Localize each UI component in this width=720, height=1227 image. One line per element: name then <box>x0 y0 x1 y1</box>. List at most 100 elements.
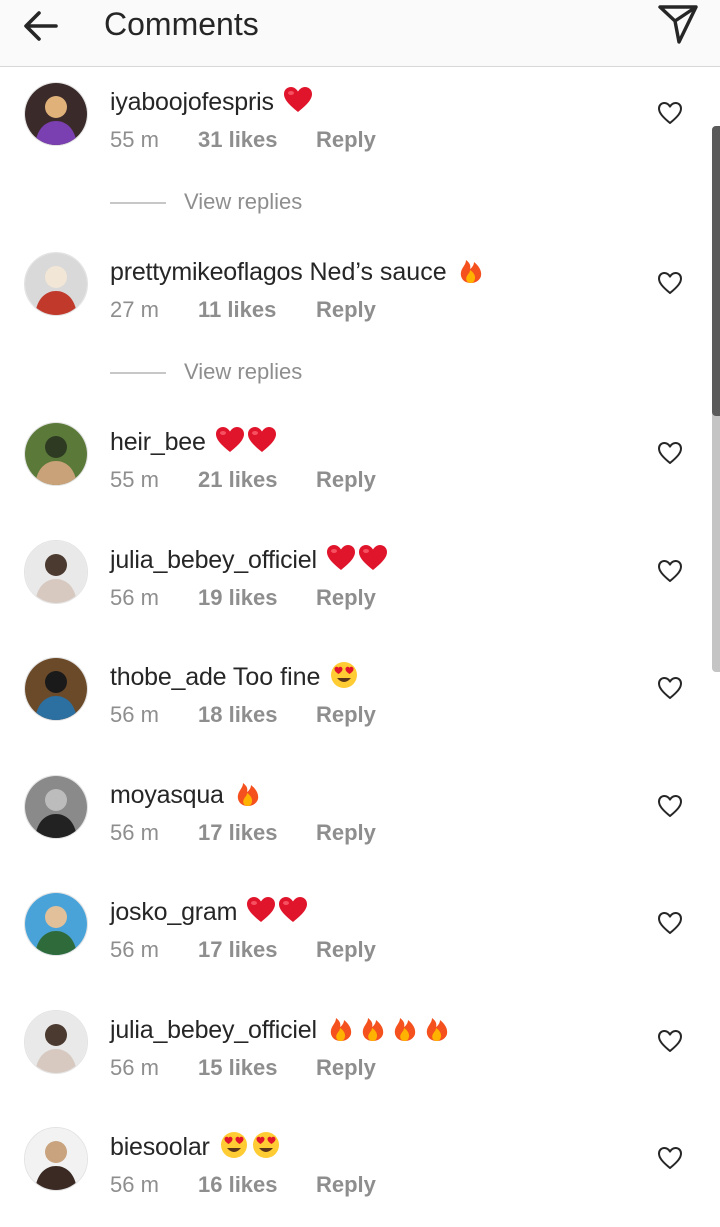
page-title: Comments <box>104 6 259 42</box>
reply-button[interactable]: Reply <box>316 126 376 154</box>
comment-item: iyaboojofespris 55 m 31 likes Reply <box>0 82 720 182</box>
comment-meta: 56 m 15 likes Reply <box>110 1054 376 1082</box>
fire-emoji-icon <box>362 1018 383 1041</box>
likes-count[interactable]: 18 likes <box>198 701 316 729</box>
like-button[interactable] <box>656 1028 684 1054</box>
timestamp: 56 m <box>110 820 159 845</box>
username-link[interactable]: moyasqua <box>110 781 224 809</box>
likes-count[interactable]: 17 likes <box>198 819 316 847</box>
avatar[interactable] <box>24 657 88 721</box>
comment-meta: 56 m 18 likes Reply <box>110 701 376 729</box>
comment-meta: 27 m 11 likes Reply <box>110 296 376 324</box>
comment-meta: 56 m 19 likes Reply <box>110 584 376 612</box>
back-button[interactable] <box>22 8 62 44</box>
fire-emoji-icon <box>237 783 258 806</box>
heart-outline-icon <box>658 442 682 464</box>
view-replies-link[interactable]: View replies <box>110 188 370 218</box>
username-link[interactable]: josko_gram <box>110 898 237 926</box>
avatar[interactable] <box>24 775 88 839</box>
scrollbar-thumb[interactable] <box>712 126 720 416</box>
avatar[interactable] <box>24 422 88 486</box>
view-replies-label: View replies <box>184 189 303 214</box>
avatar[interactable] <box>24 1127 88 1191</box>
avatar[interactable] <box>24 252 88 316</box>
comment-body: prettymikeoflagos Ned’s sauce <box>110 256 486 287</box>
comment-item: josko_gram 56 m 17 likes Reply <box>0 892 720 992</box>
avatar[interactable] <box>24 82 88 146</box>
comment-body: heir_bee <box>110 426 277 457</box>
reply-button[interactable]: Reply <box>316 936 376 964</box>
like-button[interactable] <box>656 100 684 126</box>
comment-text: Too fine <box>232 663 321 691</box>
like-button[interactable] <box>656 675 684 701</box>
red-heart-emoji-icon <box>326 545 355 570</box>
heart-eyes-emoji-icon <box>252 1132 279 1158</box>
comment-meta: 56 m 16 likes Reply <box>110 1171 376 1199</box>
username-link[interactable]: julia_bebey_officiel <box>110 1016 317 1044</box>
heart-outline-icon <box>658 560 682 582</box>
reply-button[interactable]: Reply <box>316 296 376 324</box>
reply-button[interactable]: Reply <box>316 1054 376 1082</box>
reply-button[interactable]: Reply <box>316 466 376 494</box>
comment-body: julia_bebey_officiel <box>110 1014 452 1045</box>
top-bar: Comments <box>0 0 720 67</box>
likes-count[interactable]: 21 likes <box>198 466 316 494</box>
view-replies-link[interactable]: View replies <box>110 358 370 388</box>
avatar[interactable] <box>24 892 88 956</box>
comment-item: moyasqua 56 m 17 likes Reply <box>0 775 720 875</box>
like-button[interactable] <box>656 440 684 466</box>
red-heart-emoji-icon <box>358 545 387 570</box>
likes-count[interactable]: 11 likes <box>198 296 316 324</box>
username-link[interactable]: iyaboojofespris <box>110 88 274 116</box>
comment-body: moyasqua <box>110 779 263 810</box>
username-link[interactable]: heir_bee <box>110 428 206 456</box>
comment-body: julia_bebey_officiel <box>110 544 388 575</box>
timestamp: 56 m <box>110 702 159 727</box>
timestamp: 55 m <box>110 127 159 152</box>
avatar[interactable] <box>24 540 88 604</box>
red-heart-emoji-icon <box>247 427 276 452</box>
red-heart-emoji-icon <box>279 897 308 922</box>
comment-item: thobe_ade Too fine 56 m 18 likes Reply <box>0 657 720 757</box>
heart-eyes-emoji-icon <box>220 1132 247 1158</box>
heart-outline-icon <box>658 272 682 294</box>
red-heart-emoji-icon <box>215 427 244 452</box>
timestamp: 56 m <box>110 585 159 610</box>
heart-outline-icon <box>658 912 682 934</box>
like-button[interactable] <box>656 270 684 296</box>
username-link[interactable]: prettymikeoflagos <box>110 258 303 286</box>
scrollbar[interactable] <box>712 126 720 672</box>
reply-button[interactable]: Reply <box>316 701 376 729</box>
username-link[interactable]: biesoolar <box>110 1133 210 1161</box>
comment-text: Ned’s sauce <box>309 258 447 286</box>
username-link[interactable]: thobe_ade <box>110 663 227 691</box>
likes-count[interactable]: 17 likes <box>198 936 316 964</box>
timestamp: 56 m <box>110 937 159 962</box>
username-link[interactable]: julia_bebey_officiel <box>110 546 317 574</box>
comment-item: julia_bebey_officiel 56 m 15 likes Reply <box>0 1010 720 1110</box>
comment-item: heir_bee 55 m 21 likes Reply <box>0 422 720 522</box>
heart-outline-icon <box>658 795 682 817</box>
send-button[interactable] <box>652 0 702 48</box>
likes-count[interactable]: 16 likes <box>198 1171 316 1199</box>
heart-outline-icon <box>658 102 682 124</box>
view-replies-label: View replies <box>184 359 303 384</box>
like-button[interactable] <box>656 793 684 819</box>
comment-meta: 55 m 31 likes Reply <box>110 126 376 154</box>
comment-meta: 56 m 17 likes Reply <box>110 819 376 847</box>
timestamp: 56 m <box>110 1172 159 1197</box>
reply-button[interactable]: Reply <box>316 1171 376 1199</box>
likes-count[interactable]: 31 likes <box>198 126 316 154</box>
like-button[interactable] <box>656 558 684 584</box>
like-button[interactable] <box>656 1145 684 1171</box>
reply-button[interactable]: Reply <box>316 819 376 847</box>
like-button[interactable] <box>656 910 684 936</box>
comment-item: julia_bebey_officiel 56 m 19 likes Reply <box>0 540 720 640</box>
avatar[interactable] <box>24 1010 88 1074</box>
likes-count[interactable]: 15 likes <box>198 1054 316 1082</box>
likes-count[interactable]: 19 likes <box>198 584 316 612</box>
heart-outline-icon <box>658 1030 682 1052</box>
comment-item: prettymikeoflagos Ned’s sauce 27 m 11 lik… <box>0 252 720 352</box>
heart-outline-icon <box>658 677 682 699</box>
reply-button[interactable]: Reply <box>316 584 376 612</box>
